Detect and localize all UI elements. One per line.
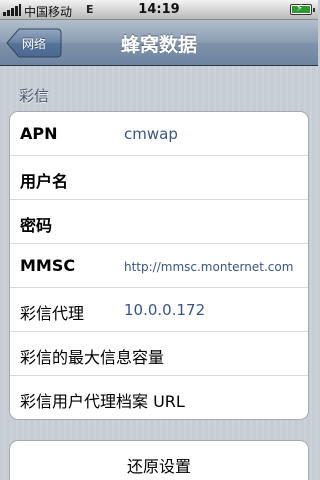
- mms-proxy-row[interactable]: 彩信代理 10.0.0.172: [10, 288, 308, 332]
- mms-proxy-value[interactable]: 10.0.0.172: [124, 301, 205, 319]
- mmsc-row[interactable]: MMSC http://mmsc.monternet.com: [10, 244, 308, 288]
- apn-value[interactable]: cmwap: [124, 125, 178, 143]
- username-label: 用户名: [20, 172, 69, 191]
- password-label: 密码: [20, 216, 53, 235]
- mmsc-value[interactable]: http://mmsc.monternet.com: [124, 260, 293, 274]
- navigation-bar: 网络 蜂窝数据: [0, 20, 318, 66]
- reset-settings-button[interactable]: 还原设置: [9, 440, 309, 480]
- status-time: 14:19: [138, 2, 180, 17]
- username-row[interactable]: 用户名: [10, 156, 308, 200]
- reset-settings-label: 还原设置: [126, 457, 191, 476]
- page-title: 蜂窝数据: [120, 34, 197, 56]
- section-header-mms: 彩信: [19, 87, 50, 105]
- status-bar: 中国移动 E 14:19 ⚡: [0, 0, 318, 20]
- mms-ua-prof-url-row[interactable]: 彩信用户代理档案 URL: [10, 376, 308, 419]
- battery-icon: ⚡: [290, 3, 315, 15]
- mmsc-label: MMSC: [20, 256, 76, 275]
- mms-settings-group: APN cmwap 用户名 密码 MMSC http://mmsc.monter…: [9, 111, 309, 420]
- mms-max-size-label: 彩信的最大信息容量: [20, 348, 165, 367]
- mms-proxy-label: 彩信代理: [20, 304, 85, 323]
- apn-label: APN: [20, 124, 58, 143]
- mms-ua-prof-url-label: 彩信用户代理档案 URL: [20, 392, 185, 411]
- apn-row[interactable]: APN cmwap: [10, 112, 308, 156]
- password-row[interactable]: 密码: [10, 200, 308, 244]
- mms-max-size-row[interactable]: 彩信的最大信息容量: [10, 332, 308, 376]
